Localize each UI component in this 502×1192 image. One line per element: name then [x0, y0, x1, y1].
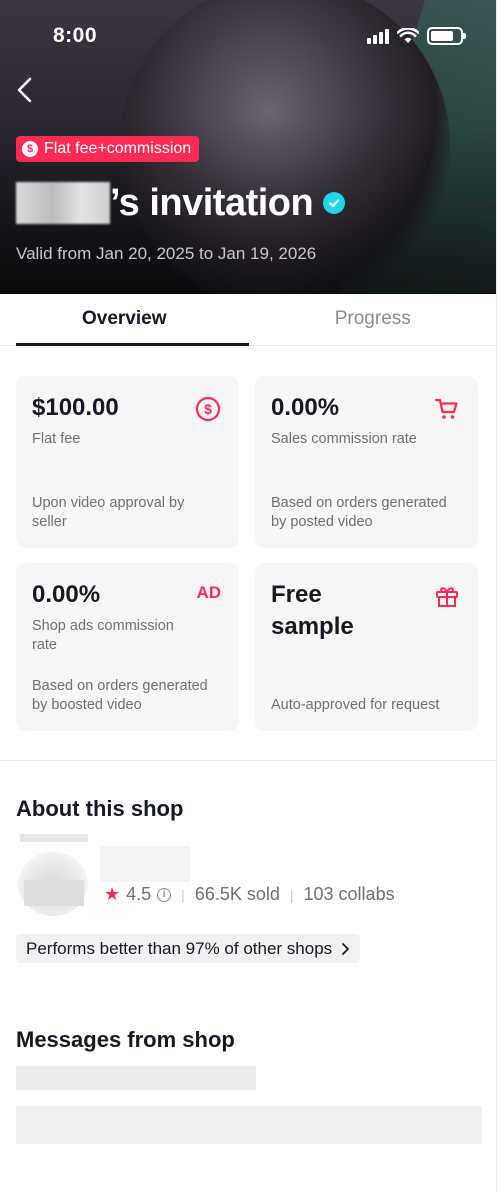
verified-badge-icon: [323, 192, 346, 214]
redacted-message-line: [16, 1106, 482, 1144]
ads-commission-label: Shop ads commission rate: [32, 618, 174, 653]
shop-rating: 4.5: [126, 884, 152, 904]
chevron-right-icon: [342, 942, 350, 955]
sales-commission-card: 0.00% Sales commission rate Based on ord…: [255, 376, 478, 548]
tab-progress[interactable]: Progress: [249, 294, 497, 345]
tab-bar: Overview Progress: [0, 294, 497, 346]
dollar-circle-icon: $: [22, 141, 38, 157]
status-bar: 8:00: [0, 24, 496, 50]
invitation-title: ’s invitation: [16, 180, 346, 226]
star-icon: ★: [104, 884, 121, 904]
flat-fee-card: $100.00 Flat fee $ Upon video approval b…: [16, 376, 239, 548]
ad-icon: AD: [196, 583, 221, 602]
separator: |: [289, 886, 294, 903]
about-shop-heading: About this shop: [16, 796, 184, 821]
status-time: 8:00: [53, 24, 98, 47]
ads-commission-card: 0.00% Shop ads commission rate AD Based …: [16, 563, 239, 731]
redacted-creator-name: [16, 182, 110, 224]
free-sample-card: Free sample Auto-approved for request: [255, 563, 478, 731]
separator: |: [181, 886, 185, 903]
shop-performance-chip[interactable]: Performs better than 97% of other shops: [16, 934, 361, 963]
offer-type-badge: $ Flat fee+commission: [16, 136, 200, 162]
flat-fee-footnote: Upon video approval by seller: [32, 495, 185, 530]
back-button[interactable]: [14, 76, 38, 104]
section-divider: [0, 760, 496, 761]
ads-commission-footnote: Based on orders generated by boosted vid…: [32, 678, 208, 713]
messages-heading: Messages from shop: [16, 1027, 235, 1052]
dollar-circle-icon: $: [195, 396, 221, 427]
battery-icon: [427, 27, 466, 45]
signal-icon: [367, 28, 389, 44]
flat-fee-label: Flat fee: [32, 431, 81, 447]
sales-commission-label: Sales commission rate: [271, 431, 417, 447]
shop-collabs-count: 103 collabs: [303, 884, 395, 904]
redacted-message-line: [16, 1066, 256, 1090]
screen: 8:00 $ Flat fee+commission ’s invitation…: [0, 0, 497, 1192]
shop-stats: ★ 4.5 i | 66.5K sold | 103 collabs: [104, 884, 395, 905]
cart-icon: [434, 396, 460, 427]
hero-header: 8:00 $ Flat fee+commission ’s invitation…: [0, 0, 496, 294]
sales-commission-footnote: Based on orders generated by posted vide…: [271, 495, 447, 530]
validity-period: Valid from Jan 20, 2025 to Jan 19, 2026: [16, 244, 317, 263]
gift-icon: [434, 583, 460, 614]
shop-sold-count: 66.5K sold: [194, 884, 280, 904]
wifi-icon: [397, 28, 419, 43]
shop-performance-text: Performs better than 97% of other shops: [26, 938, 333, 958]
svg-text:$: $: [204, 401, 212, 417]
offer-type-label: Flat fee+commission: [44, 140, 192, 157]
chevron-left-icon: [17, 77, 32, 103]
redacted-shop-name: [20, 834, 88, 842]
tab-overview[interactable]: Overview: [0, 294, 249, 346]
free-sample-footnote: Auto-approved for request: [271, 697, 440, 713]
free-sample-value: Free sample: [271, 581, 354, 640]
info-icon[interactable]: i: [157, 887, 172, 902]
ads-commission-value: 0.00%: [32, 581, 101, 608]
invitation-title-text: ’s invitation: [110, 181, 314, 224]
